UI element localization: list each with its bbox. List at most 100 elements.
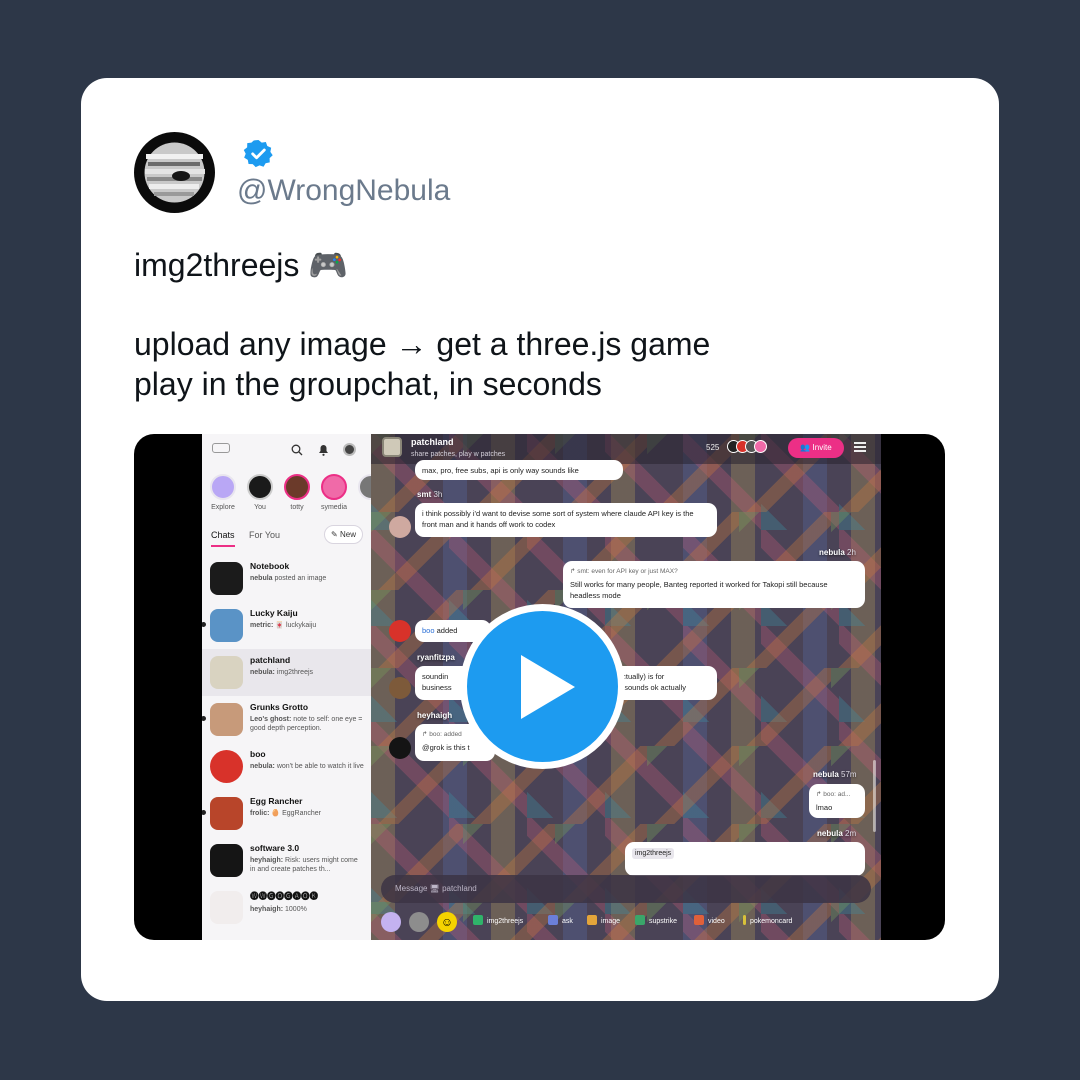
tool-pokemoncard[interactable]: pokemoncard: [743, 915, 792, 925]
tool-video[interactable]: video: [694, 915, 725, 925]
emoji-icon[interactable]: ☺: [437, 912, 457, 932]
message-time: 3h: [433, 490, 443, 499]
chat-name: boo: [250, 749, 266, 759]
search-icon[interactable]: [291, 443, 303, 461]
story-symedia[interactable]: symedia: [317, 474, 351, 511]
chat-item-boo[interactable]: boo nebula: won't be able to watch it li…: [202, 743, 371, 790]
chat-preview: Leo's ghost: note to self: one eye = goo…: [250, 715, 365, 733]
reply-text: boo: added: [429, 731, 462, 738]
story-explore[interactable]: Explore: [206, 474, 240, 511]
message-text: lmao: [816, 803, 833, 812]
message-time: 2m: [845, 829, 857, 838]
author-name: ryanfitzpa: [417, 653, 455, 662]
story-you[interactable]: You: [243, 474, 277, 511]
chat-item-software-3[interactable]: software 3.0 heyhaigh: Risk: users might…: [202, 837, 371, 884]
story-totty[interactable]: totty: [280, 474, 314, 511]
scrollbar[interactable]: [873, 760, 876, 832]
stories-row: Explore You totty symedia: [202, 474, 371, 516]
patch-toolbar: ☺ img2threejs ask image supstrike video …: [371, 910, 881, 934]
preview-text: 🀄 luckykaiju: [275, 622, 317, 629]
member-avatars[interactable]: [727, 440, 771, 456]
avatar[interactable]: [389, 677, 411, 699]
mention: boo: [422, 626, 435, 635]
preview-user: frolic:: [250, 810, 270, 817]
preview-text: 1000%: [285, 906, 307, 913]
tool-img2threejs[interactable]: img2threejs: [473, 915, 523, 925]
reply-text: smt: even for API key or just MAX?: [577, 568, 678, 575]
tool-label: img2threejs: [487, 918, 524, 925]
image-icon: [587, 915, 597, 925]
bell-icon[interactable]: [318, 443, 329, 461]
preview-text: img2threejs: [276, 669, 314, 676]
reply-preview: ↱ boo: ad...: [816, 791, 851, 798]
preview-user: Leo's ghost:: [250, 716, 292, 723]
menu-icon[interactable]: [854, 442, 866, 452]
tool-ask[interactable]: ask: [548, 915, 573, 925]
tweet-line-3: play in the groupchat, in seconds: [134, 366, 602, 402]
play-button[interactable]: [460, 604, 625, 769]
chat-preview: heyhaigh: Risk: users might come in and …: [250, 856, 365, 874]
chat-preview: frolic: 🥚 EggRancher: [250, 809, 365, 818]
invite-button[interactable]: 👥 Invite: [788, 438, 844, 458]
pokemoncard-icon: [743, 915, 746, 925]
window-icon[interactable]: [212, 443, 230, 453]
supstrike-icon: [635, 915, 645, 925]
chat-title: patchland: [411, 437, 454, 447]
preview-user: nebula:: [250, 669, 275, 676]
tool-label: video: [708, 918, 725, 925]
chat-item-wwgogaok[interactable]: 🅦🅦🅖🅞🅖🅐🅞🅚 heyhaigh: 1000%: [202, 884, 371, 931]
message-author: nebula 2m: [817, 829, 856, 838]
tab-for-you[interactable]: For You: [249, 530, 280, 540]
message-bubble[interactable]: ↱ boo: ad... lmao: [809, 784, 865, 818]
message-bubble[interactable]: i think possibly i'd want to devise some…: [415, 503, 717, 537]
tool-image[interactable]: image: [587, 915, 620, 925]
new-chat-button[interactable]: ✎ New: [324, 525, 363, 544]
invite-label: Invite: [812, 443, 832, 452]
attach-icon[interactable]: [409, 912, 429, 932]
avatar[interactable]: [389, 737, 411, 759]
avatar[interactable]: [389, 516, 411, 538]
preview-text: 🥚 EggRancher: [271, 810, 321, 817]
chat-subtitle: share patches, play w patches: [411, 451, 506, 458]
message-time: 2h: [847, 548, 856, 557]
message-bubble[interactable]: img2threejs: [625, 842, 865, 876]
tool-label: image: [601, 918, 621, 925]
message-bubble[interactable]: actually) is for n sounds ok actually: [611, 666, 717, 700]
chat-name: Lucky Kaiju: [250, 608, 298, 618]
profile-avatar[interactable]: [134, 132, 215, 213]
verified-badge-icon: [243, 138, 274, 169]
chat-item-egg-rancher[interactable]: Egg Rancher frolic: 🥚 EggRancher: [202, 790, 371, 837]
egg-rancher-avatar: [210, 797, 243, 830]
avatar: [321, 474, 347, 500]
message-text: max, pro, free subs, api is only way sou…: [422, 466, 579, 475]
chat-item-lucky-kaiju[interactable]: Lucky Kaiju metric: 🀄 luckykaiju: [202, 602, 371, 649]
chat-item-notebook[interactable]: Notebook nebula posted an image: [202, 555, 371, 602]
message-input[interactable]: Message 🖥 patchland: [381, 875, 871, 903]
avatar[interactable]: [389, 620, 411, 642]
message-bubble[interactable]: max, pro, free subs, api is only way sou…: [415, 460, 623, 480]
ask-icon: [548, 915, 558, 925]
message-time: 57m: [841, 770, 857, 779]
profile-mini-avatar[interactable]: [343, 443, 356, 456]
chat-item-patchland[interactable]: patchland nebula: img2threejs: [202, 649, 371, 696]
preview-user: nebula:: [250, 763, 275, 770]
tab-chats[interactable]: Chats: [211, 530, 235, 547]
message-text: @grok is this t: [422, 743, 470, 752]
author-name: nebula: [813, 770, 839, 779]
story-label: Explore: [211, 504, 235, 511]
grunks-grotto-avatar: [210, 703, 243, 736]
reply-preview: ↱ smt: even for API key or just MAX?: [570, 568, 678, 575]
message-bubble[interactable]: ↱ smt: even for API key or just MAX? Sti…: [563, 561, 865, 608]
message-text: i think possibly i'd want to devise some…: [422, 509, 694, 529]
tool-supstrike[interactable]: supstrike: [635, 915, 677, 925]
message-author: nebula 2h: [819, 548, 856, 557]
member-count: 525: [706, 443, 720, 452]
chat-tabs: Chats For You ✎ New: [202, 525, 371, 548]
apps-icon[interactable]: [381, 912, 401, 932]
img2threejs-icon: [473, 915, 483, 925]
chat-item-grunks-grotto[interactable]: Grunks Grotto Leo's ghost: note to self:…: [202, 696, 371, 743]
story-label: You: [254, 504, 266, 511]
user-handle[interactable]: @WrongNebula: [237, 174, 450, 208]
story-more[interactable]: [354, 474, 371, 500]
message-text: actually) is for: [618, 672, 665, 681]
